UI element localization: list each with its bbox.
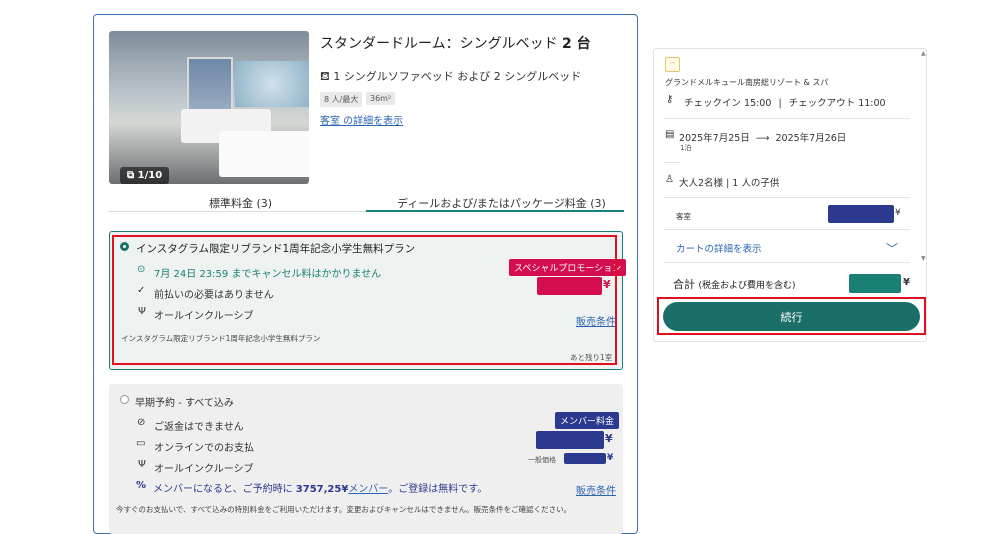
bed-text: 1 シングルソファベッド および 2 シングルベッド: [333, 70, 582, 83]
member-signup-link[interactable]: メンバー: [348, 484, 388, 495]
plan2-sales-terms-link[interactable]: 販売条件: [576, 482, 616, 497]
general-price-label: 一般価格: [528, 456, 556, 464]
total-label-sub: (税金および費用を含む): [698, 281, 796, 291]
active-tab-indicator: [366, 210, 624, 212]
stay-dates: 2025年7月25日 ⟶ 2025年7月26日: [679, 130, 846, 144]
hotel-name: グランドメルキュール南房総リゾート & スパ: [665, 78, 829, 87]
date-to: 2025年7月26日: [775, 133, 847, 144]
member-rate-badge: メンバー料金: [555, 412, 620, 429]
photo-counter-label: 1/10: [137, 170, 163, 181]
room-details-link[interactable]: 客室 の詳細を表示: [320, 112, 403, 127]
no-refund-icon: ⊘: [137, 417, 146, 428]
plan2-name: 早期予約 - すべて込み: [135, 398, 234, 409]
guest-count: 大人2名様 | 1 人の子供: [679, 178, 780, 189]
plan2-refund: ご返金はできません: [154, 422, 244, 433]
person-icon: ♙: [665, 174, 674, 185]
summary-divider: [664, 262, 910, 263]
plan2-online-pay: オンラインでのお支払: [154, 443, 254, 454]
plan2-currency: ¥: [605, 432, 613, 445]
room-price-currency: ¥: [895, 208, 901, 218]
summary-divider-short: [664, 162, 680, 163]
percent-icon: %: [136, 480, 147, 491]
member-message-amount: 3757,25¥: [295, 484, 349, 495]
checkout-time: チェックアウト 11:00: [788, 98, 886, 109]
bed-icon: ⛾: [320, 69, 330, 83]
summary-divider: [664, 118, 910, 119]
plan2-footer: 今すぐのお支払いで、すべて込みの特別料金をご利用いただけます。変更およびキャンセ…: [116, 505, 572, 514]
room-line-label: 客室: [676, 212, 691, 221]
gallery-icon: ⧉: [127, 170, 135, 181]
room-title-prefix: スタンダードルーム：シングルベッド: [320, 36, 558, 52]
chevron-down-icon[interactable]: ﹀: [886, 240, 898, 257]
nights-count: 1泊: [680, 144, 692, 152]
calendar-icon: ▤: [665, 129, 675, 140]
plan2-radio[interactable]: [120, 395, 129, 404]
photo-wall-art: [235, 61, 309, 107]
plan2-general-currency: ¥: [607, 453, 614, 463]
plan2-member-price-redacted: [536, 431, 604, 449]
arrow-right-icon: ⟶: [755, 133, 770, 144]
room-price-redacted: [828, 205, 894, 223]
scroll-down-icon[interactable]: ▼: [921, 255, 926, 262]
cart-details-link[interactable]: カートの詳細を表示: [676, 241, 762, 255]
room-title-count: 2 台: [562, 36, 591, 52]
selected-plan-highlight: [112, 235, 617, 365]
credit-card-icon: ▭: [136, 438, 146, 449]
summary-divider: [664, 229, 910, 230]
member-message: メンバーになると、ご予約時に 3757,25¥メンバー。ご登録は無料です。: [153, 480, 487, 495]
member-message-text: メンバーになると、ご予約時に: [153, 484, 293, 495]
bed-info: ⛾ 1 シングルソファベッド および 2 シングルベッド: [320, 68, 581, 85]
room-photo[interactable]: ⧉ 1/10: [109, 31, 309, 184]
member-message-tail: 。ご登録は無料です。: [388, 484, 488, 495]
room-title: スタンダードルーム：シングルベッド 2 台: [320, 33, 591, 53]
plan2-general-price-redacted: [564, 453, 606, 464]
scroll-up-icon[interactable]: ▲: [921, 50, 926, 57]
total-label-main: 合計: [673, 278, 695, 291]
total-label: 合計 (税金および費用を含む): [673, 276, 796, 292]
photo-bed: [219, 131, 309, 177]
checkin-checkout: チェックイン 15:00 | チェックアウト 11:00: [684, 95, 886, 109]
tab-deals-packages[interactable]: ディールおよび/またはパッケージ料金 (3): [397, 195, 606, 211]
continue-button-highlight: [657, 297, 926, 335]
tab-standard-rates[interactable]: 標準料金 (3): [209, 195, 272, 211]
plan2-inclusive: オールインクルーシブ: [154, 464, 254, 475]
total-price-currency: ¥: [903, 277, 910, 288]
total-price-redacted: [849, 274, 901, 293]
photo-counter[interactable]: ⧉ 1/10: [120, 167, 170, 184]
checkin-time: チェックイン 15:00: [684, 98, 772, 109]
time-separator: |: [778, 98, 782, 109]
hotel-logo: ◠: [665, 57, 680, 72]
key-icon: ⚷: [666, 94, 674, 105]
summary-divider: [664, 197, 910, 198]
size-tag: 36m²: [366, 92, 396, 105]
cutlery-icon: Ψ: [138, 459, 146, 470]
capacity-tag: 8 人/最大: [320, 92, 363, 107]
